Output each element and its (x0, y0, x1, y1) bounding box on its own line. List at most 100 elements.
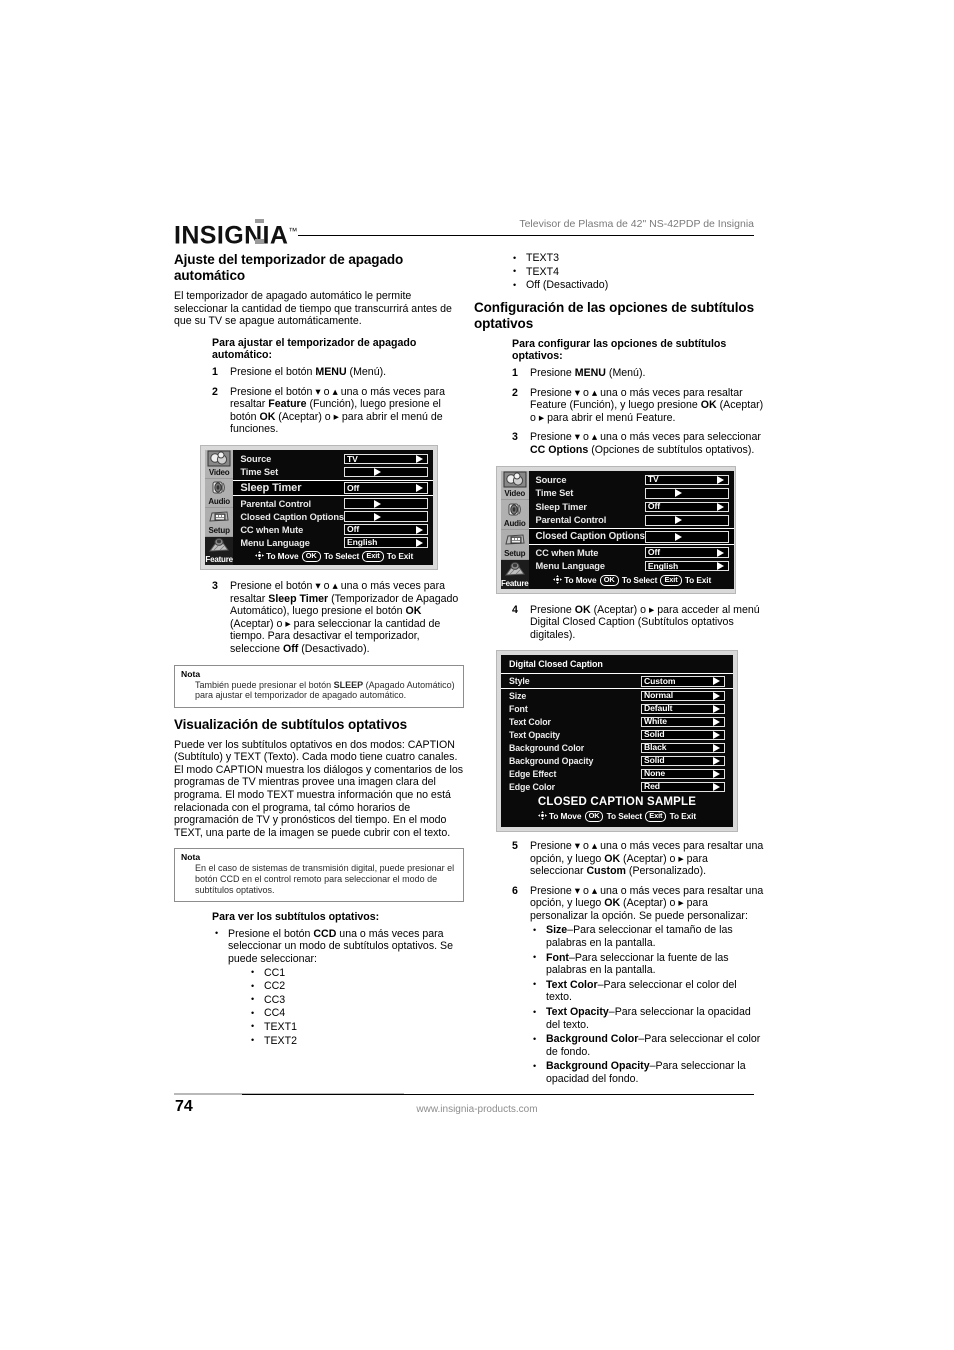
osd-row-time-set[interactable]: Time Set (240, 466, 428, 479)
dcc-row-text-opacity[interactable]: Text Opacity Solid (509, 728, 725, 741)
procedure-heading-cc-config: Para configurar las opciones de subtítul… (512, 337, 727, 363)
header-title: Televisor de Plasma de 42" NS-42PDP de I… (519, 218, 754, 230)
dpad-icon (553, 574, 563, 584)
step-number: 1 (212, 365, 218, 378)
osd-sidebar-item-audio[interactable]: Audio (501, 500, 529, 531)
closed-caption-sample-text: CLOSED CAPTION SAMPLE (537, 796, 697, 809)
step-number: 6 (512, 884, 518, 897)
osd-row-sleep-timer-selected[interactable]: Sleep Timer Off (233, 479, 433, 497)
osd-sidebar-label: Setup (504, 548, 526, 558)
chevron-right-icon (713, 677, 720, 686)
osd-row-cc-when-mute[interactable]: CC when Mute Off (240, 523, 428, 536)
osd-value-box[interactable]: Off (344, 524, 428, 535)
osd-value-box[interactable] (644, 488, 729, 499)
osd-value-box[interactable] (344, 466, 428, 478)
trademark-symbol: ™ (288, 226, 298, 236)
cc-view-bullets: Presione el botón CCD una o más veces pa… (212, 927, 464, 1047)
chevron-right-icon (716, 562, 724, 570)
chevron-right-icon (716, 502, 724, 511)
osd-sidebar-item-feature[interactable]: Feature (205, 536, 234, 565)
chevron-right-icon (416, 538, 423, 547)
procedure-heading-sleep-timer: Para ajustar el temporizador de apagado … (212, 336, 417, 362)
chevron-right-icon (416, 484, 423, 493)
osd-sidebar-label: Setup (208, 526, 230, 536)
osd-value-box[interactable] (344, 498, 428, 509)
osd-row-label: Time Set (240, 467, 279, 478)
video-icon (503, 471, 527, 488)
osd-sidebar-item-setup[interactable]: Setup (501, 530, 529, 560)
chevron-right-icon (713, 691, 720, 700)
osd-value-box[interactable]: Off (644, 501, 729, 513)
left-column: Ajuste del temporizador de apagado autom… (174, 252, 464, 1048)
step-number: 5 (512, 839, 518, 852)
osd-row-source[interactable]: Source TV (240, 453, 428, 466)
option-term: Font (546, 951, 569, 964)
dcc-row-text-color[interactable]: Text Color White (509, 715, 725, 728)
step-item: 2 Presione el botón ▾ o ▴ una o más veces… (212, 386, 464, 436)
option-term: Text Color (546, 978, 598, 991)
dcc-row-size[interactable]: Size Normal (509, 689, 725, 702)
hint-move-text: To Move (266, 551, 299, 562)
osd-value-box[interactable]: English (344, 537, 428, 548)
footer-url: www.insignia-products.com (416, 1104, 538, 1115)
ok-key-badge: OK (301, 551, 321, 562)
osd-value-box[interactable]: Off (644, 547, 729, 558)
dcc-row-style-selected[interactable]: Style Custom (501, 673, 733, 690)
osd-row-cc-when-mute[interactable]: CC when Mute Off (536, 546, 729, 559)
dcc-value-box[interactable]: None (641, 768, 725, 780)
dcc-value-text: White (644, 716, 667, 727)
dcc-row-edge-effect[interactable]: Edge Effect None (509, 767, 725, 780)
dcc-value-box[interactable]: Normal (641, 690, 725, 702)
osd-sidebar-item-video[interactable]: Video (501, 471, 529, 501)
osd-value-text: English (647, 560, 679, 571)
exit-key-badge: Exit (660, 574, 682, 586)
dcc-value-box[interactable]: Custom (641, 676, 725, 687)
osd-value-box[interactable] (644, 530, 729, 543)
osd-value-box[interactable] (644, 515, 729, 526)
osd-value-box[interactable] (344, 511, 428, 522)
dcc-value-box[interactable]: Red (641, 781, 725, 793)
osd-sidebar-item-feature[interactable]: Feature (501, 559, 529, 589)
osd-row-menu-language[interactable]: Menu Language English (536, 560, 729, 573)
step-item: 4 Presione OK (Aceptar) o ▸ para acceder … (512, 604, 764, 642)
dcc-row-background-color[interactable]: Background Color Black (509, 741, 725, 754)
chevron-right-icon (713, 730, 720, 739)
osd-value-box[interactable]: Off (344, 482, 428, 495)
dcc-value-box[interactable]: White (641, 716, 725, 728)
dcc-row-label: Size (509, 690, 527, 701)
chevron-right-icon (416, 455, 423, 464)
dcc-row-font[interactable]: Font Default (509, 702, 725, 715)
list-item: Text Opacity–Para seleccionar la opacida… (530, 1006, 764, 1031)
logo-accent-top (255, 219, 264, 223)
osd-row-menu-language[interactable]: Menu Language English (240, 536, 428, 549)
dcc-value-box[interactable]: Solid (641, 729, 725, 741)
cc-config-steps56-wrap: 5 Presione ▾ o ▴ una o más veces para res… (512, 840, 764, 1086)
osd-row-parental-control[interactable]: Parental Control (240, 497, 428, 510)
sleep-timer-step3: 3 Presione el botón ▾ o ▴ una o más veces… (212, 580, 464, 656)
osd-sidebar-item-setup[interactable]: Setup (205, 508, 234, 537)
osd-sidebar-item-video[interactable]: Video (205, 450, 234, 479)
osd-sidebar-item-audio[interactable]: Audio (205, 479, 234, 508)
dcc-value-box[interactable]: Black (641, 742, 725, 754)
dcc-row-edge-color[interactable]: Edge Color Red (509, 780, 725, 793)
logo-accent-bottom (255, 239, 264, 244)
chevron-right-icon (674, 532, 682, 541)
osd-value-box[interactable]: TV (344, 453, 428, 465)
osd-row-label: Parental Control (535, 515, 607, 526)
step-item: 1 Presione MENU (Menú). (512, 367, 764, 380)
step-item: 2 Presione ▾ o ▴ una o más veces para res… (512, 387, 764, 425)
osd-row-closed-caption-options-selected[interactable]: Closed Caption Options (528, 528, 734, 546)
cc-config-steps: 1 Presione MENU (Menú). 2 Presione ▾ o ▴ u… (512, 367, 764, 457)
osd-row-time-set[interactable]: Time Set (536, 487, 729, 500)
dcc-row-background-opacity[interactable]: Background Opacity Solid (509, 754, 725, 767)
dcc-value-box[interactable]: Solid (641, 755, 725, 767)
osd-row-source[interactable]: Source TV (536, 474, 729, 487)
osd-row-parental-control[interactable]: Parental Control (536, 514, 729, 527)
dcc-value-box[interactable]: Default (641, 703, 725, 715)
chevron-right-icon (374, 468, 381, 477)
osd-row-closed-caption-options[interactable]: Closed Caption Options (240, 510, 428, 523)
osd-value-box[interactable]: English (644, 560, 729, 572)
osd-sidebar: Video Audio Setup Feature (205, 449, 234, 565)
osd-value-box[interactable]: TV (644, 474, 729, 486)
osd-row-sleep-timer[interactable]: Sleep Timer Off (536, 500, 729, 513)
